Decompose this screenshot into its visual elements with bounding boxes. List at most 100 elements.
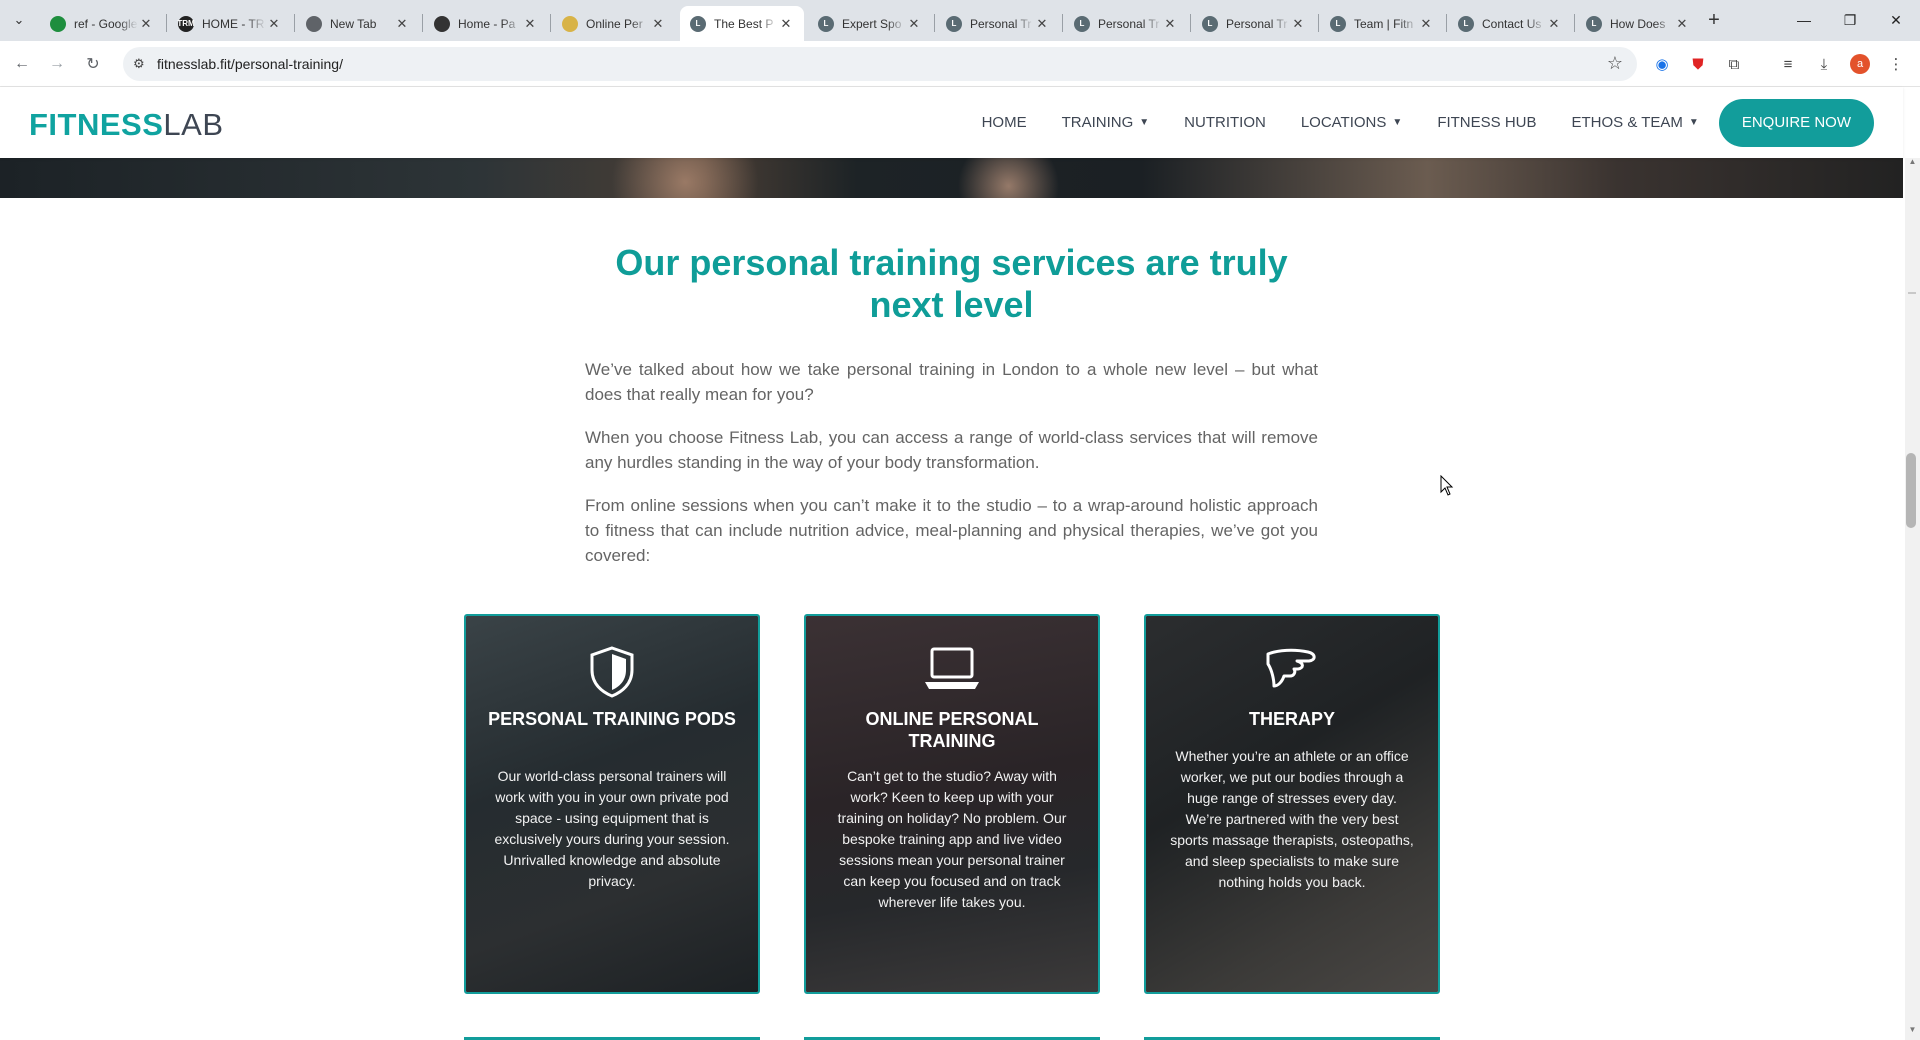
nav-item-label: TRAINING bbox=[1061, 114, 1134, 131]
tab-close-icon[interactable]: ✕ bbox=[1034, 16, 1050, 32]
logo-bold-text: FITNESS bbox=[29, 107, 164, 142]
tab-separator bbox=[294, 14, 295, 32]
shield-icon bbox=[466, 646, 758, 698]
tab-close-icon[interactable]: ✕ bbox=[1418, 16, 1434, 32]
tab-title: Online Per bbox=[586, 16, 643, 31]
back-icon[interactable]: ← bbox=[8, 50, 36, 78]
scrollbar-marker bbox=[1908, 292, 1916, 294]
nav-item-label: NUTRITION bbox=[1184, 114, 1266, 131]
tab-close-icon[interactable]: ✕ bbox=[650, 16, 666, 32]
tab-close-icon[interactable]: ✕ bbox=[1290, 16, 1306, 32]
browser-tab[interactable]: L Expert Spo ✕ bbox=[808, 6, 932, 41]
tab-favicon-icon bbox=[434, 15, 450, 32]
window-close-icon[interactable]: ✕ bbox=[1876, 4, 1916, 36]
tab-close-icon[interactable]: ✕ bbox=[266, 16, 282, 32]
intro-paragraph-1: We’ve talked about how we take personal … bbox=[585, 360, 1318, 404]
service-card-therapy[interactable]: THERAPY Whether you’re an athlete or an … bbox=[1144, 614, 1440, 994]
tab-separator bbox=[1446, 14, 1447, 32]
tab-separator bbox=[934, 14, 935, 32]
media-controls-icon[interactable]: ≡ bbox=[1776, 52, 1800, 76]
browser-tab[interactable]: TRM HOME - TRM✕ bbox=[168, 6, 292, 41]
tab-close-icon[interactable]: ✕ bbox=[778, 16, 794, 32]
tab-close-icon[interactable]: ✕ bbox=[1546, 16, 1562, 32]
intro-paragraph-2: When you choose Fitness Lab, you can acc… bbox=[585, 428, 1318, 472]
scroll-up-arrow-icon[interactable]: ▲ bbox=[1906, 157, 1919, 169]
tab-favicon-icon: L bbox=[1586, 15, 1602, 32]
card-title: PERSONAL TRAINING PODS bbox=[488, 709, 736, 729]
browser-tab[interactable]: New Tab ✕ bbox=[296, 6, 420, 41]
profile-avatar[interactable]: a bbox=[1848, 52, 1872, 76]
tab-favicon-icon bbox=[306, 15, 322, 32]
enquire-now-button[interactable]: ENQUIRE NOW bbox=[1718, 98, 1874, 147]
tab-search-icon[interactable]: ⌄ bbox=[6, 8, 32, 32]
page-scrollbar[interactable] bbox=[1905, 158, 1920, 1040]
tab-separator bbox=[550, 14, 551, 32]
card-body: Can’t get to the studio? Away with work?… bbox=[837, 768, 1067, 910]
tab-favicon-icon: TRM bbox=[177, 15, 195, 32]
card-title: THERAPY bbox=[1248, 709, 1335, 729]
service-card-pods[interactable]: PERSONAL TRAINING PODS Our world-class p… bbox=[464, 614, 760, 994]
tab-close-icon[interactable]: ✕ bbox=[138, 16, 154, 32]
nav-item-locations[interactable]: LOCATIONS ▼ bbox=[1301, 114, 1402, 131]
nav-item-fitness-hub[interactable]: FITNESS HUB bbox=[1437, 114, 1536, 131]
nav-item-label: ETHOS & TEAM bbox=[1571, 114, 1683, 131]
mouse-cursor-icon bbox=[1440, 475, 1454, 496]
card-title: ONLINE PERSONAL TRAINING bbox=[865, 709, 1039, 751]
nav-item-home[interactable]: HOME bbox=[982, 114, 1027, 131]
scroll-down-arrow-icon[interactable]: ▼ bbox=[1906, 1025, 1919, 1037]
browser-tab[interactable]: L Contact Us ✕ bbox=[1448, 6, 1572, 41]
nav-item-nutrition[interactable]: NUTRITION bbox=[1184, 114, 1266, 131]
tab-favicon-icon: L bbox=[1074, 15, 1090, 32]
browser-tab[interactable]: L Team | Fitn ✕ bbox=[1320, 6, 1444, 41]
tab-title: Contact Us bbox=[1482, 16, 1542, 31]
restore-icon[interactable]: ❐ bbox=[1830, 4, 1870, 36]
section-heading: Our personal training services are truly… bbox=[615, 242, 1288, 325]
tab-favicon-icon bbox=[50, 15, 66, 32]
address-bar[interactable]: ⚙ fitnesslab.fit/personal-training/ ☆ bbox=[123, 47, 1637, 81]
card-body: Our world-class personal trainers will w… bbox=[494, 768, 730, 889]
laptop-icon bbox=[806, 646, 1098, 696]
browser-tab[interactable]: ref - Google Sheets✕ bbox=[40, 6, 164, 41]
browser-tab[interactable]: L The Best P ✕ bbox=[680, 6, 804, 41]
tab-favicon-icon: L bbox=[1458, 15, 1474, 32]
url-text[interactable]: fitnesslab.fit/personal-training/ bbox=[157, 56, 343, 72]
scrollbar-thumb[interactable] bbox=[1906, 453, 1916, 528]
tab-separator bbox=[1190, 14, 1191, 32]
nav-item-training[interactable]: TRAINING ▼ bbox=[1062, 114, 1150, 131]
chevron-down-icon: ▼ bbox=[1139, 117, 1150, 128]
tab-separator bbox=[422, 14, 423, 32]
nav-item-ethos-team[interactable]: ETHOS & TEAM ▼ bbox=[1572, 114, 1699, 131]
fitnesslab-logo[interactable]: FITNESSLAB bbox=[29, 107, 224, 143]
tab-close-icon[interactable]: ✕ bbox=[394, 16, 410, 32]
chevron-down-icon: ▼ bbox=[1392, 117, 1403, 128]
tab-close-icon[interactable]: ✕ bbox=[906, 16, 922, 32]
minimize-icon[interactable]: — bbox=[1784, 4, 1824, 36]
tab-close-icon[interactable]: ✕ bbox=[1162, 16, 1178, 32]
browser-menu-icon[interactable]: ⋮ bbox=[1884, 52, 1908, 76]
tab-close-icon[interactable]: ✕ bbox=[522, 16, 538, 32]
browser-tab[interactable]: L Personal Tr ✕ bbox=[936, 6, 1060, 41]
forward-icon[interactable]: → bbox=[43, 50, 71, 78]
extensions-puzzle-icon[interactable]: ⧉ bbox=[1722, 52, 1746, 76]
tab-favicon-icon: L bbox=[946, 15, 962, 32]
extension-shield-icon[interactable]: ⛊ bbox=[1686, 52, 1710, 76]
site-info-icon[interactable]: ⚙ bbox=[133, 56, 149, 72]
browser-tab[interactable]: Home - Pa ✕ bbox=[424, 6, 548, 41]
hero-image bbox=[0, 158, 1903, 198]
tab-title: Personal Tr bbox=[970, 16, 1032, 31]
browser-tab[interactable]: L How Does ✕ bbox=[1576, 6, 1700, 41]
extension-globe-icon[interactable]: ◉ bbox=[1650, 52, 1674, 76]
downloads-icon[interactable]: ⤓ bbox=[1812, 52, 1836, 76]
reload-icon[interactable]: ↻ bbox=[79, 50, 107, 78]
tab-close-icon[interactable]: ✕ bbox=[1674, 16, 1690, 32]
new-tab-button[interactable]: + bbox=[1703, 9, 1725, 31]
tab-title: HOME - TRM bbox=[202, 16, 266, 31]
tab-separator bbox=[166, 14, 167, 32]
browser-tab[interactable]: Online Per ✕ bbox=[552, 6, 676, 41]
browser-tab[interactable]: L Personal Tr ✕ bbox=[1064, 6, 1188, 41]
bookmark-star-icon[interactable]: ☆ bbox=[1607, 53, 1623, 74]
browser-tab[interactable]: L Personal Tr ✕ bbox=[1192, 6, 1316, 41]
browser-toolbar: ← → ↻ ⚙ fitnesslab.fit/personal-training… bbox=[0, 41, 1920, 87]
tab-favicon-icon: L bbox=[1330, 15, 1346, 32]
service-card-online[interactable]: ONLINE PERSONAL TRAINING Can’t get to th… bbox=[804, 614, 1100, 994]
